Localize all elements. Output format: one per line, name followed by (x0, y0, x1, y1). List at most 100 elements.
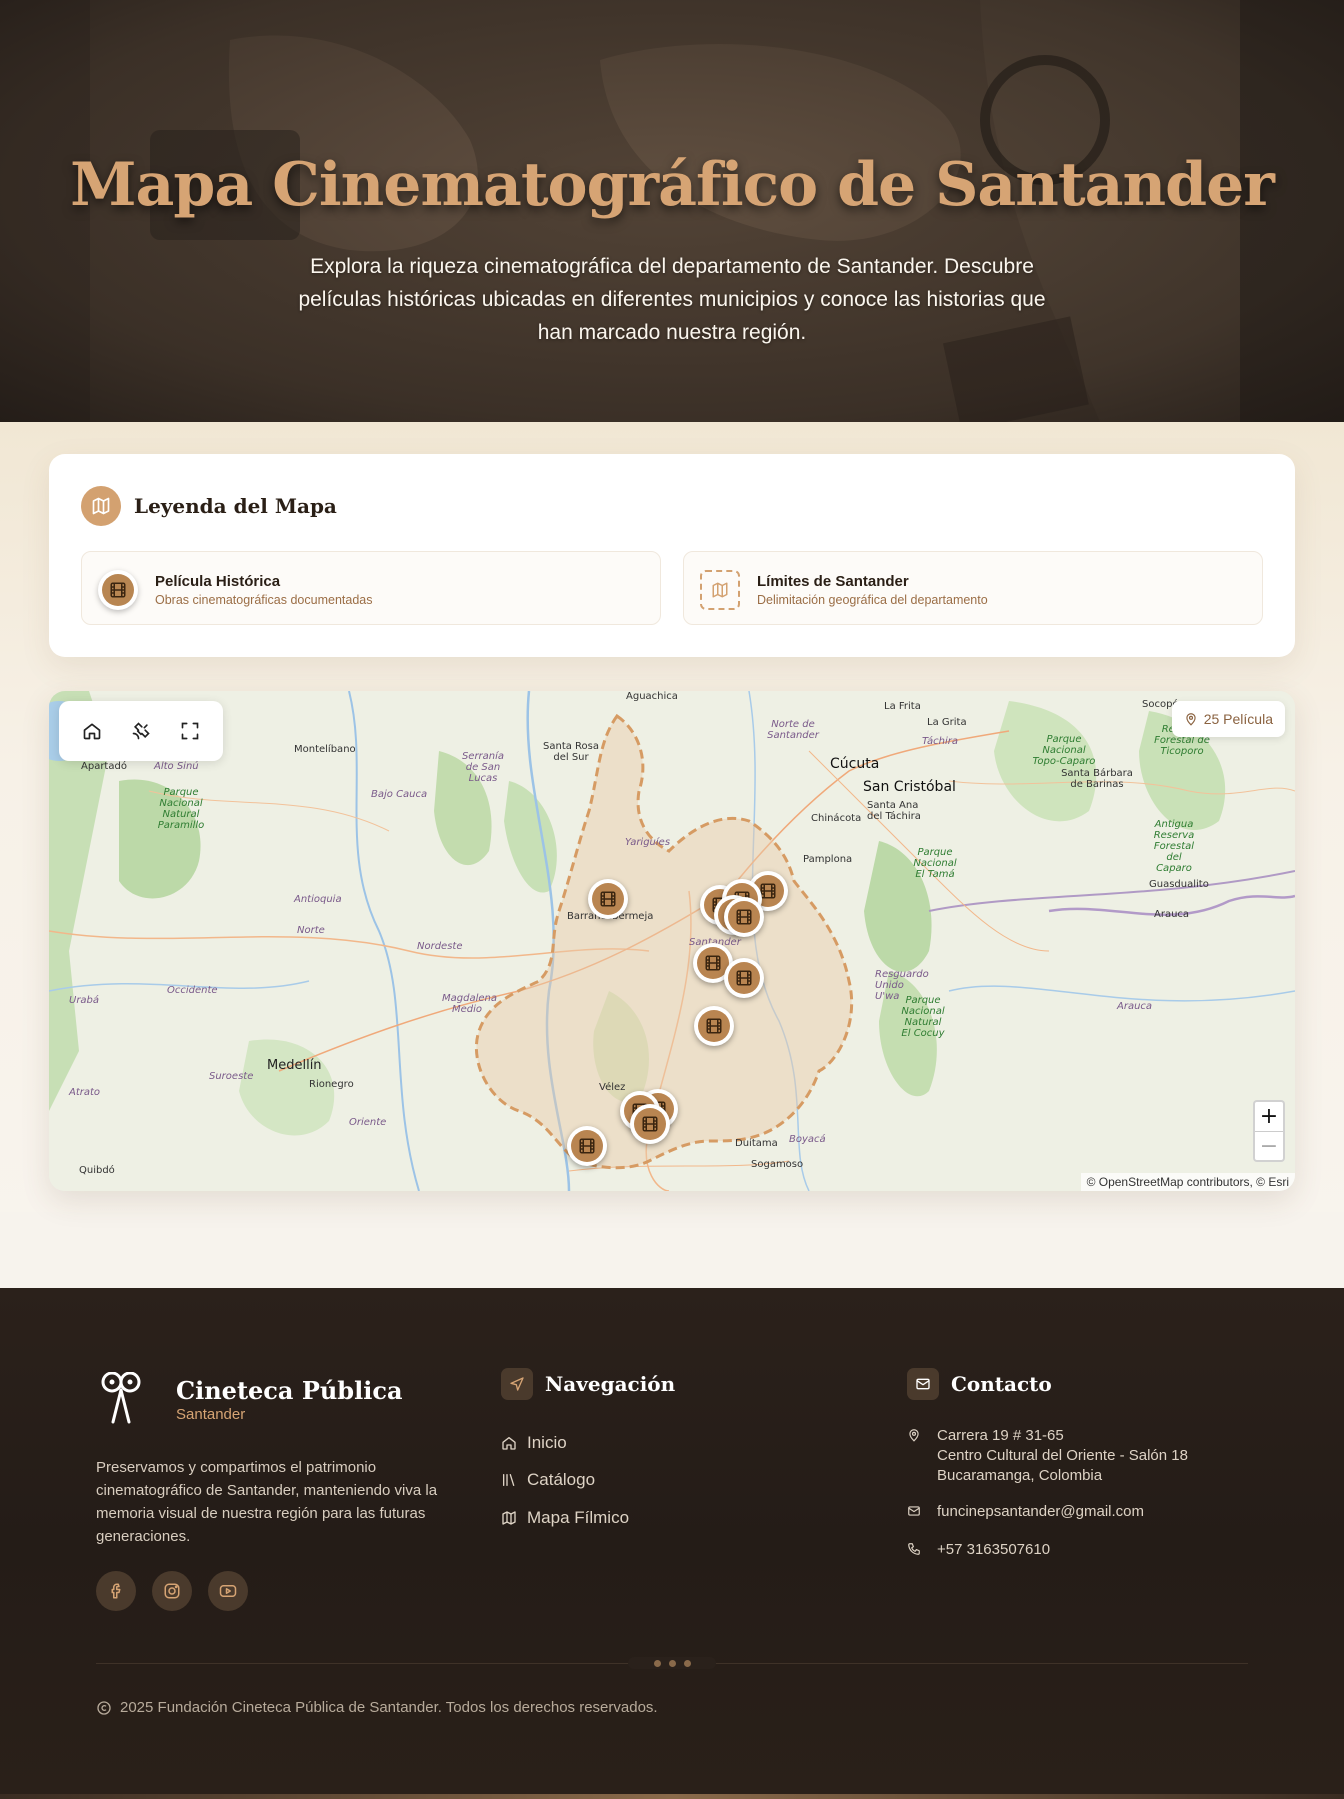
nav-item-label: Inicio (527, 1432, 567, 1452)
map-icon (700, 570, 740, 610)
pin-icon (1186, 713, 1196, 726)
home-icon[interactable] (72, 711, 112, 751)
address-line: Bucaramanga, Colombia (937, 1467, 1103, 1484)
map-label: Oriente (349, 1117, 387, 1128)
map-label: San Cristóbal (863, 779, 956, 795)
zoom-in-button[interactable]: + (1255, 1102, 1283, 1131)
footer-nav: Inicio Catálogo Mapa Fílmico (501, 1424, 629, 1537)
nav-title: Navegación (545, 1372, 676, 1396)
film-marker[interactable] (630, 1104, 670, 1144)
map-label: Norte (297, 925, 325, 936)
map-label: Boyacá (789, 1134, 826, 1145)
brand-logo (96, 1372, 150, 1424)
legend-header: Leyenda del Mapa (81, 486, 337, 526)
address-line: Carrera 19 # 31-65 (937, 1427, 1064, 1444)
map-label: Arauca (1117, 1001, 1153, 1012)
map-label: Aguachica (626, 691, 678, 702)
legend-item-title: Límites de Santander (757, 573, 909, 590)
map-label: Chinácota (811, 813, 862, 824)
film-icon (728, 901, 760, 933)
map-label: Sogamoso (751, 1159, 804, 1170)
film-icon (571, 1130, 603, 1162)
map-label: Suroeste (209, 1071, 254, 1082)
map-label: Alto Sinú (154, 761, 199, 772)
legend-item-desc: Obras cinematográficas documentadas (155, 593, 373, 607)
nav-item-catalogo[interactable]: Catálogo (501, 1462, 629, 1500)
map-label: Pamplona (803, 854, 853, 865)
mail-icon (907, 1502, 923, 1524)
map-label: Quibdó (79, 1165, 115, 1176)
mail-icon (907, 1368, 939, 1400)
map-label: Cúcuta (830, 756, 880, 772)
phone-icon (907, 1540, 923, 1562)
map-label: La Frita (884, 701, 921, 712)
brand-description: Preservamos y compartimos el patrimonio … (96, 1459, 438, 1545)
fullscreen-icon[interactable] (170, 711, 210, 751)
legend-item-title: Película Histórica (155, 573, 281, 590)
film-icon (698, 1010, 730, 1042)
contact-title: Contacto (951, 1372, 1052, 1396)
nav-item-label: Catálogo (527, 1470, 596, 1490)
film-marker[interactable] (724, 897, 764, 937)
hero-section: Mapa Cinematográfico de Santander Explor… (0, 0, 1344, 422)
contact-email[interactable]: funcinepsantander@gmail.com (907, 1502, 1188, 1524)
facebook-icon[interactable] (96, 1571, 136, 1611)
map-label: Urabá (69, 995, 100, 1006)
map-icon (81, 486, 121, 526)
film-marker[interactable] (694, 1006, 734, 1046)
map-label: Medellín (267, 1058, 322, 1073)
nav-item-label: Mapa Fílmico (527, 1507, 630, 1527)
copyright-text: 2025 Fundación Cineteca Pública de Santa… (120, 1699, 658, 1716)
instagram-icon[interactable] (152, 1571, 192, 1611)
nav-header: Navegación (501, 1368, 675, 1400)
map-label: Bajo Cauca (371, 789, 428, 800)
footer-accent-line (0, 1794, 1344, 1799)
interactive-map[interactable]: Aguachica Montelíbano Apartadó Alto Sinú… (49, 691, 1295, 1191)
legend-item-boundaries: Límites de Santander Delimitación geográ… (683, 551, 1263, 625)
map-label: Parque Nacional Natural El Cocuy (901, 995, 945, 1039)
map-label: Antioquia (294, 894, 342, 905)
page-title: Mapa Cinematográfico de Santander (70, 150, 1275, 220)
email-text: funcinepsantander@gmail.com (937, 1503, 1145, 1520)
satellite-icon[interactable] (121, 711, 161, 751)
page-subtitle: Explora la riqueza cinematográfica del d… (298, 255, 1046, 344)
map-label: Montelíbano (294, 744, 356, 755)
legend-item-desc: Delimitación geográfica del departamento (757, 593, 988, 607)
map-legend: Leyenda del Mapa Película Histórica Obra… (49, 454, 1295, 657)
film-marker[interactable] (724, 958, 764, 998)
film-icon (728, 962, 760, 994)
map-label: Santa Ana del Táchira (867, 800, 921, 822)
map-label: Nordeste (417, 941, 463, 952)
map-label: Magdalena Medio (442, 993, 497, 1015)
legend-item-historic-film: Película Histórica Obras cinematográfica… (81, 551, 661, 625)
map-label: Parque Nacional Natural Paramillo (157, 787, 205, 831)
film-count-badge: 25 Película (1171, 701, 1285, 737)
phone-text: +57 3163507610 (937, 1541, 1051, 1558)
zoom-out-button[interactable]: − (1255, 1131, 1283, 1160)
film-count-label: 25 Película (1203, 711, 1273, 727)
map-label: Vélez (599, 1082, 626, 1093)
brand-name: Cineteca Pública (176, 1376, 403, 1405)
film-marker[interactable] (567, 1126, 607, 1166)
contact-phone[interactable]: +57 3163507610 (907, 1540, 1188, 1562)
legend-title: Leyenda del Mapa (134, 494, 337, 518)
map-label: Antigua Reserva Forestal del Caparo (1153, 819, 1195, 874)
nav-item-mapa-filmico[interactable]: Mapa Fílmico (501, 1499, 629, 1537)
home-icon (502, 1436, 516, 1450)
film-icon (592, 883, 624, 915)
map-label: Parque Nacional Topo-Caparo (1032, 734, 1096, 767)
library-icon (503, 1474, 515, 1487)
film-marker[interactable] (588, 879, 628, 919)
map-label: Duitama (735, 1138, 778, 1149)
map-attribution: © OpenStreetMap contributors, © Esri (1080, 1173, 1295, 1191)
film-icon (634, 1108, 666, 1140)
nav-item-inicio[interactable]: Inicio (501, 1424, 629, 1462)
brand-subtitle: Santander (176, 1406, 246, 1423)
map-label: Santa Rosa del Sur (543, 741, 599, 763)
youtube-icon[interactable] (208, 1571, 248, 1611)
map-icon (502, 1511, 516, 1525)
contact-header: Contacto (907, 1368, 1052, 1400)
section-spacer (0, 1212, 1344, 1288)
navigation-icon (501, 1368, 533, 1400)
map-label: Santa Bárbara de Barinas (1061, 768, 1133, 790)
